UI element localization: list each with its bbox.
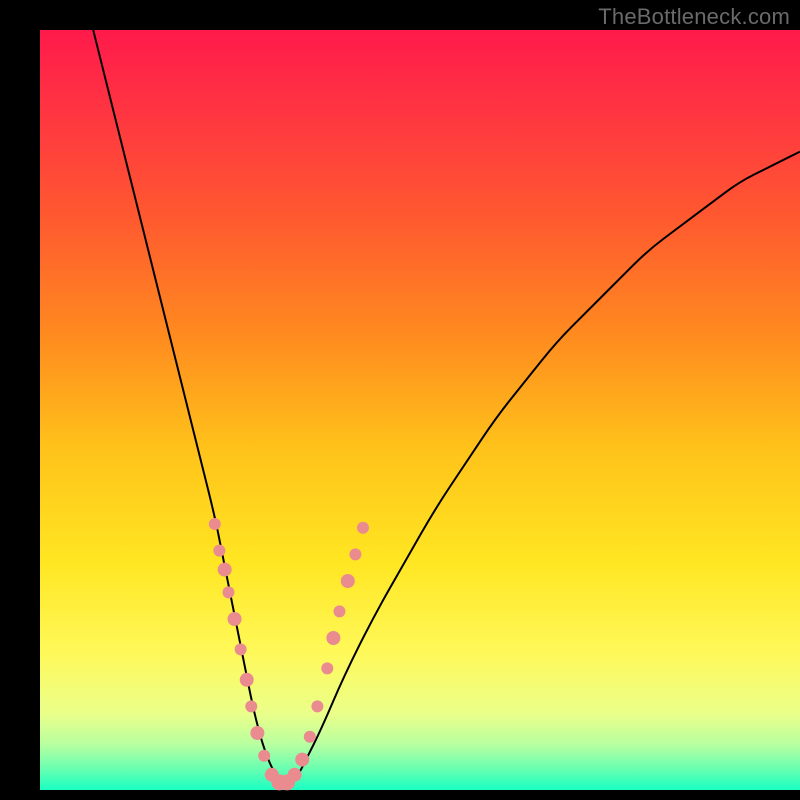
data-marker (304, 731, 316, 743)
data-marker (357, 522, 369, 534)
data-marker (245, 700, 257, 712)
data-marker (250, 726, 264, 740)
data-marker (258, 750, 270, 762)
data-marker (209, 518, 221, 530)
data-marker (341, 574, 355, 588)
data-marker (235, 643, 247, 655)
data-marker (240, 673, 254, 687)
data-marker (326, 631, 340, 645)
data-marker (333, 605, 345, 617)
chart-stage: TheBottleneck.com (0, 0, 800, 800)
data-marker (321, 662, 333, 674)
watermark-text: TheBottleneck.com (598, 4, 790, 30)
data-marker (288, 768, 302, 782)
data-marker (311, 700, 323, 712)
data-marker (228, 612, 242, 626)
data-marker (213, 545, 225, 557)
bottleneck-chart (0, 0, 800, 800)
data-marker (349, 548, 361, 560)
plot-background (40, 30, 800, 790)
data-marker (218, 563, 232, 577)
data-marker (222, 586, 234, 598)
data-marker (295, 753, 309, 767)
